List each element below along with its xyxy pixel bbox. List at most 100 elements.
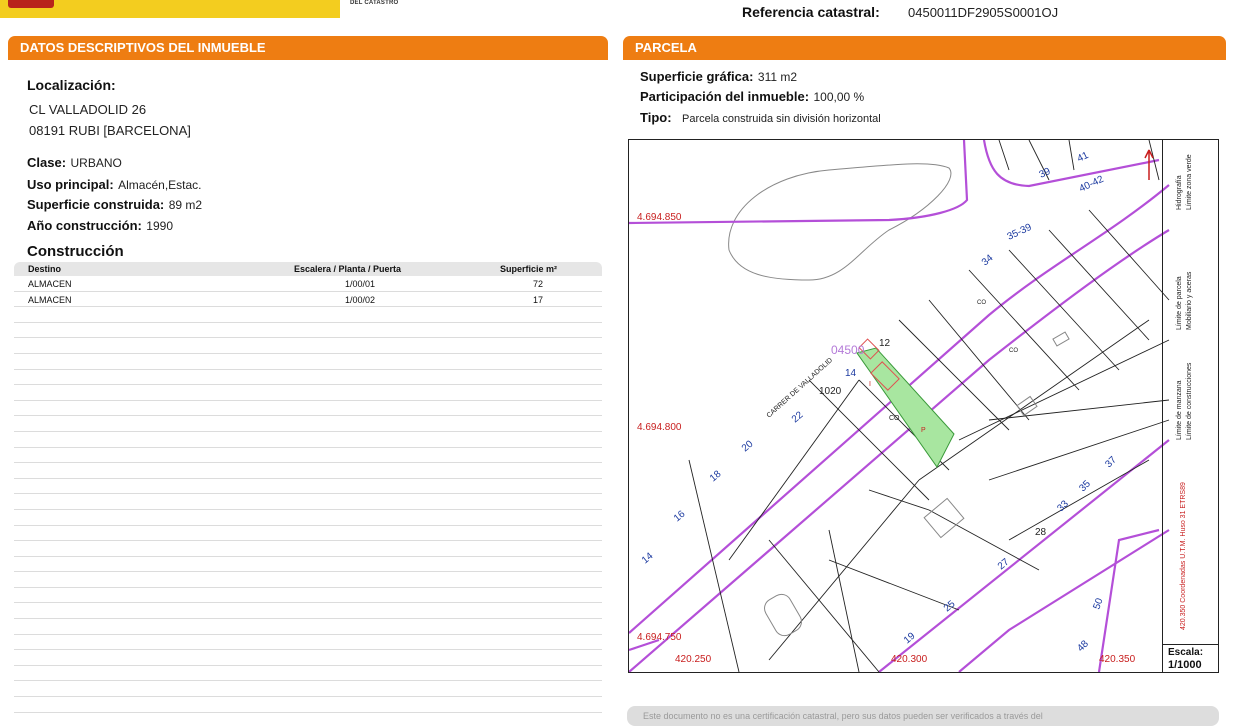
table-row-empty: [14, 463, 602, 479]
clase-value: URBANO: [70, 156, 122, 170]
house-number: 41: [1076, 150, 1091, 165]
legend-item: Hidrografía: [1176, 175, 1183, 210]
table-header: Destino Escalera / Planta / Puerta Super…: [14, 262, 602, 276]
anio-row: Año construcción: 1990: [27, 217, 173, 235]
house-number: 16: [672, 508, 688, 524]
table-row-empty: [14, 557, 602, 573]
table-row-empty: [14, 510, 602, 526]
coat-of-arms-icon: [8, 0, 54, 8]
cell-superficie: 17: [532, 294, 543, 305]
legend-item: Límite de manzana: [1176, 380, 1183, 440]
table-row-empty: [14, 338, 602, 354]
y-coord-mid: 4.694.800: [637, 422, 682, 433]
col-header-escalera: Escalera / Planta / Puerta: [294, 264, 402, 274]
logo-subtitle: DEL CATASTRO: [350, 0, 399, 6]
participacion-label: Participación del inmueble:: [640, 89, 810, 104]
table-row-empty: [14, 526, 602, 542]
table-row-empty: [14, 619, 602, 635]
table-row-empty: [14, 635, 602, 651]
address-city: 08191 RUBI [BARCELONA]: [29, 123, 191, 138]
cell-destino: ALMACEN: [28, 279, 72, 289]
scale-value: 1/1000: [1168, 659, 1202, 671]
localizacion-label-row: Localización:: [27, 77, 116, 95]
house-number: 34: [980, 252, 996, 268]
tipo-label: Tipo:: [640, 110, 672, 125]
superficie-row: Superficie construida: 89 m2: [27, 196, 202, 214]
uso-value: Almacén,Estac.: [118, 178, 202, 192]
cell-escalera: 1/00/02: [344, 294, 376, 305]
address-line-1: CL VALLADOLID 26: [29, 101, 146, 119]
table-row-empty: [14, 572, 602, 588]
table-row-empty: [14, 323, 602, 339]
house-number: 35: [1077, 478, 1093, 494]
uso-label: Uso principal:: [27, 177, 114, 192]
construccion-table: Destino Escalera / Planta / Puerta Super…: [14, 262, 602, 720]
table-row-empty: [14, 370, 602, 386]
cadastral-map: 4.694.850 4.694.800 4.694.750 420.250 42…: [628, 139, 1219, 673]
map-drawing: 4.694.850 4.694.800 4.694.750 420.250 42…: [628, 139, 1170, 673]
table-row-empty: [14, 385, 602, 401]
house-number: 14: [640, 550, 656, 566]
table-row-empty: [14, 307, 602, 323]
table-row-empty: [14, 541, 602, 557]
anio-value: 1990: [146, 219, 173, 233]
anio-label: Año construcción:: [27, 218, 142, 233]
table-row-empty: [14, 494, 602, 510]
legend-item: Límite zona verde: [1186, 154, 1193, 210]
highlighted-parcel: [856, 347, 955, 468]
legend-coords-note: 420.350 Coordenadas U.T.M. Huso 31 ETRS8…: [1180, 482, 1187, 630]
house-number: 39: [1038, 166, 1053, 181]
x-coord-right: 420.350: [1099, 654, 1136, 665]
table-row-empty: [14, 448, 602, 464]
localizacion-label: Localización:: [27, 77, 116, 93]
house-number: 22: [790, 409, 806, 425]
superficie-grafica-row: Superficie gráfica: 311 m2: [640, 68, 797, 86]
table-body: ALMACEN 1/00/01 72 ALMACEN 1/00/02 17: [14, 276, 602, 720]
y-coord-bottom: 4.694.750: [637, 632, 682, 643]
scale-label: Escala:: [1168, 647, 1204, 658]
x-coord-left: 420.250: [675, 654, 712, 665]
legend-item: Límite de parcela: [1176, 276, 1183, 330]
tipo-value: Parcela construida sin división horizont…: [681, 113, 881, 125]
address-line-2: 08191 RUBI [BARCELONA]: [29, 122, 191, 140]
participacion-value: 100,00 %: [813, 90, 865, 104]
table-row-empty: [14, 650, 602, 666]
table-row-empty: [14, 681, 602, 698]
legend-item: Límite de construcciones: [1186, 362, 1193, 440]
col-header-destino: Destino: [28, 264, 62, 274]
clase-row: Clase: URBANO: [27, 154, 122, 172]
parcel-mark: I: [869, 381, 871, 388]
section-title-prefix: DATOS DESCRIPTIVOS DEL: [20, 40, 198, 55]
cell-destino: ALMACEN: [28, 294, 72, 305]
map-mark: CO: [1009, 348, 1018, 354]
table-row-empty: [14, 401, 602, 417]
tipo-row: Tipo: Parcela construida sin división ho…: [640, 109, 881, 127]
house-number: 27: [996, 556, 1012, 572]
house-number: 35-39: [1006, 222, 1034, 243]
y-coord-top: 4.694.850: [637, 212, 682, 223]
superficie-value: 89 m2: [168, 198, 203, 212]
table-row: ALMACEN 1/00/01 72: [14, 276, 602, 292]
clase-label: Clase:: [27, 155, 67, 170]
address-street: CL VALLADOLID 26: [29, 102, 147, 117]
house-number: 12: [879, 338, 891, 349]
table-row-empty: [14, 713, 602, 720]
north-arrow-icon: [1144, 149, 1154, 180]
parcela-title: PARCELA: [635, 40, 697, 55]
table-row-empty: [14, 432, 602, 448]
table-row-empty: [14, 354, 602, 370]
map-mark: CO: [977, 300, 986, 306]
table-row-empty: [14, 479, 602, 495]
house-number: 1020: [819, 386, 842, 397]
house-number: 48: [1075, 638, 1091, 654]
col-header-superficie: Superficie m²: [500, 264, 558, 274]
parcel-reference: 04500: [831, 343, 865, 357]
house-number: 37: [1103, 454, 1119, 470]
legend-item: Mobiliario y aceras: [1186, 271, 1193, 330]
superficie-grafica-label: Superficie gráfica:: [640, 69, 754, 84]
table-row-empty: [14, 603, 602, 620]
cell-escalera: 1/00/01: [344, 279, 376, 289]
section-header-parcela: PARCELA: [623, 36, 1226, 60]
parcel-mark: P: [921, 427, 926, 434]
section-header-inmueble: DATOS DESCRIPTIVOS DEL INMUEBLE: [8, 36, 608, 60]
